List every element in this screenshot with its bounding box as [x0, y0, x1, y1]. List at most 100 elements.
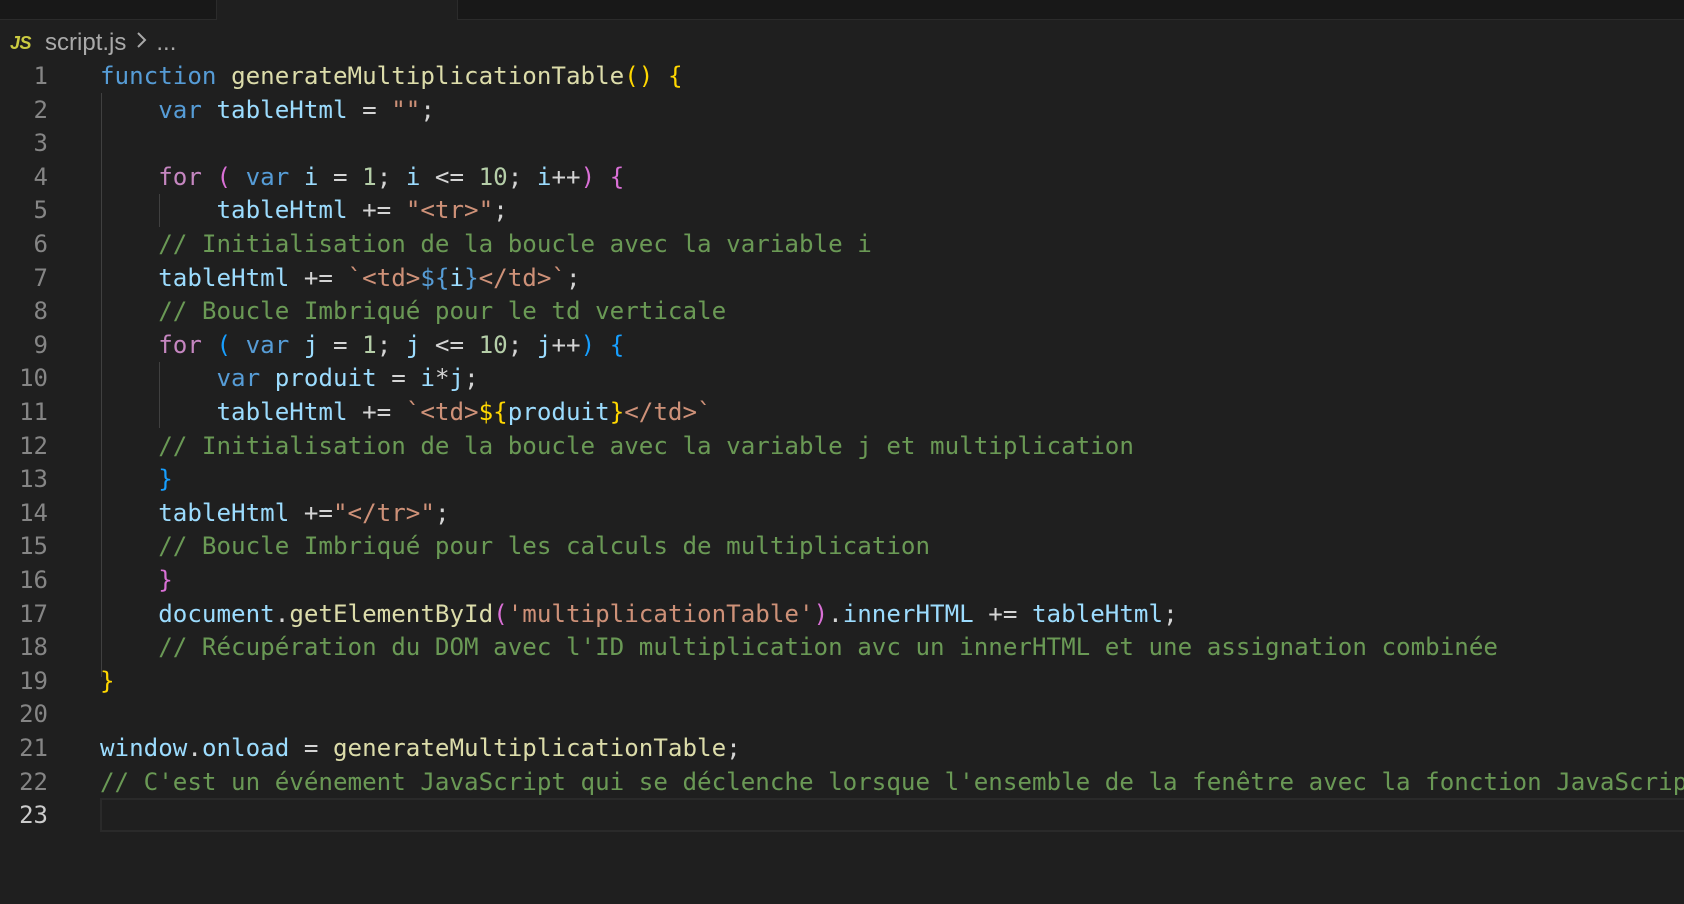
code-line[interactable]: 21 window.onload = generateMultiplication…: [0, 730, 1684, 766]
code-line[interactable]: 11 tableHtml += `<td>${produit}</td>`: [0, 394, 1684, 430]
code-line[interactable]: 7 tableHtml += `<td>${i}</td>`;: [0, 260, 1684, 296]
code-token: <=: [420, 162, 479, 191]
code-line[interactable]: 15 // Boucle Imbriqué pour les calculs d…: [0, 528, 1684, 564]
line-number: 18: [19, 633, 48, 662]
code-token: j: [449, 364, 465, 393]
code-token: {: [667, 64, 683, 90]
code-line[interactable]: 16 }: [0, 562, 1684, 598]
code-token: generateMultiplicationTable: [333, 734, 727, 762]
code-text[interactable]: }: [100, 562, 173, 598]
line-number: 20: [19, 700, 48, 729]
code-line[interactable]: 3: [0, 125, 1684, 161]
code-text[interactable]: // Initialisation de la boucle avec la v…: [100, 428, 1134, 464]
line-number: 9: [33, 330, 48, 359]
code-token: onload: [201, 734, 290, 762]
code-line[interactable]: 9 for ( var j = 1; j <= 10; j++) {: [0, 327, 1684, 363]
code-token: function: [100, 64, 217, 90]
breadcrumb-more[interactable]: ...: [156, 29, 176, 57]
code-text[interactable]: tableHtml += `<td>${i}</td>`;: [100, 260, 580, 296]
code-line[interactable]: 4 for ( var i = 1; i <= 10; i++) {: [0, 159, 1684, 195]
code-text[interactable]: window.onload = generateMultiplicationTa…: [100, 730, 741, 766]
code-text[interactable]: tableHtml +="</tr>";: [100, 495, 449, 531]
code-line[interactable]: 13 }: [0, 461, 1684, 497]
code-line[interactable]: 8 // Boucle Imbriqué pour le td vertical…: [0, 293, 1684, 329]
code-text[interactable]: var produit = i*j;: [100, 360, 479, 396]
code-token: i: [420, 364, 435, 393]
code-text[interactable]: // C'est un événement JavaScript qui se …: [100, 764, 1684, 800]
code-token: produit: [507, 398, 610, 426]
line-number: 16: [19, 566, 48, 594]
editor-tab-active[interactable]: [216, 0, 458, 20]
code-token: =: [347, 95, 392, 124]
code-line[interactable]: 18 // Récupération du DOM avec l'ID mult…: [0, 629, 1684, 665]
code-token: j: [536, 330, 552, 359]
code-text[interactable]: var tableHtml = "";: [100, 92, 435, 128]
code-token: // Initialisation de la boucle avec la v…: [158, 431, 1134, 460]
code-token: j: [405, 330, 421, 359]
code-token: // Boucle Imbriqué pour le td verticale: [158, 297, 727, 326]
code-token: {: [609, 330, 625, 359]
code-line[interactable]: 12 // Initialisation de la boucle avec l…: [0, 428, 1684, 464]
breadcrumb-file-name[interactable]: script.js: [45, 29, 126, 57]
code-line[interactable]: 14 tableHtml +="</tr>";: [0, 495, 1684, 531]
chevron-right-icon: [134, 29, 148, 57]
code-token: +=: [347, 196, 406, 225]
code-text[interactable]: for ( var j = 1; j <= 10; j++) {: [100, 327, 624, 363]
code-line[interactable]: 22 // C'est un événement JavaScript qui s…: [0, 764, 1684, 800]
line-number: 21: [19, 734, 48, 762]
code-line[interactable]: 17 document.getElementById('multiplicati…: [0, 596, 1684, 632]
code-token: ;: [507, 162, 537, 191]
code-line[interactable]: 1 function generateMultiplicationTable() …: [0, 64, 1684, 94]
code-line[interactable]: 10 var produit = i*j;: [0, 360, 1684, 396]
code-token: =: [376, 364, 421, 393]
code-line[interactable]: 23: [0, 797, 1684, 833]
code-editor[interactable]: 1 function generateMultiplicationTable() …: [0, 64, 1684, 904]
code-text[interactable]: // Récupération du DOM avec l'ID multipl…: [100, 629, 1498, 665]
code-token: 10: [478, 162, 508, 191]
code-token: ;: [507, 330, 537, 359]
code-line[interactable]: 6 // Initialisation de la boucle avec la…: [0, 226, 1684, 262]
code-text[interactable]: tableHtml += `<td>${produit}</td>`: [100, 394, 712, 430]
code-token: ): [580, 162, 596, 191]
editor-tab[interactable]: [0, 0, 215, 19]
code-text[interactable]: }: [100, 663, 115, 699]
code-token: i: [303, 162, 319, 191]
code-line[interactable]: 19}: [0, 663, 1684, 699]
code-token: (: [216, 330, 232, 359]
code-text[interactable]: for ( var i = 1; i <= 10; i++) {: [100, 159, 624, 195]
code-line[interactable]: 5 tableHtml += "<tr>";: [0, 192, 1684, 228]
code-text[interactable]: document.getElementById('multiplicationT…: [100, 596, 1178, 632]
code-token: var: [245, 162, 290, 191]
code-text[interactable]: tableHtml += "<tr>";: [100, 192, 508, 228]
code-token: ;: [726, 734, 741, 762]
code-line[interactable]: 2 var tableHtml = "";: [0, 92, 1684, 128]
code-text[interactable]: }: [100, 461, 173, 497]
code-token: ;: [1163, 599, 1178, 628]
code-text[interactable]: // Initialisation de la boucle avec la v…: [100, 226, 872, 262]
code-text[interactable]: // Boucle Imbriqué pour les calculs de m…: [100, 528, 930, 564]
code-text[interactable]: function generateMultiplicationTable() {: [100, 64, 683, 94]
code-text[interactable]: // Boucle Imbriqué pour le td verticale: [100, 293, 726, 329]
code-token: }: [158, 566, 173, 594]
code-token: tableHtml: [216, 398, 348, 426]
code-line[interactable]: 20: [0, 696, 1684, 732]
code-token: }: [158, 465, 173, 494]
code-token: .: [187, 734, 202, 762]
code-token: {: [609, 162, 625, 191]
line-number: 1: [33, 64, 48, 90]
javascript-file-icon: JS: [10, 32, 32, 53]
code-token: i: [405, 162, 421, 191]
code-token: j: [303, 330, 319, 359]
code-token: generateMultiplicationTable: [231, 64, 625, 90]
code-token: </td>`: [624, 398, 712, 426]
